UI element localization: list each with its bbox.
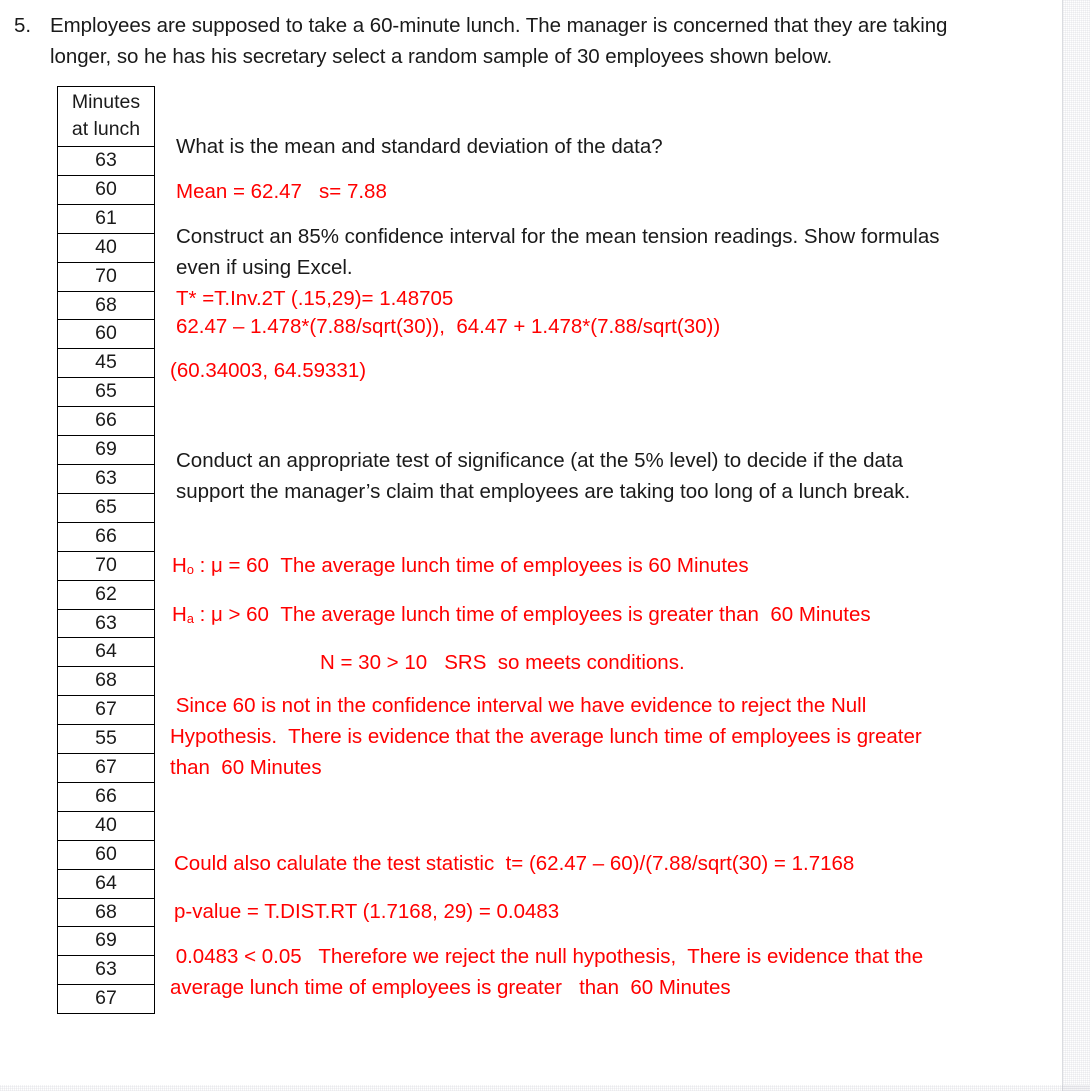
null-hypothesis: Ho : μ = 60 The average lunch time of em…	[172, 550, 962, 583]
null-hypothesis-subscript: o	[186, 562, 194, 578]
part-c-prompt: Conduct an appropriate test of significa…	[176, 449, 911, 503]
null-hypothesis-statement: : μ = 60 The average lunch time of emplo…	[193, 554, 749, 577]
part-b-prompt: Construct an 85% confidence interval for…	[176, 225, 946, 279]
table-cell-minutes: 65	[57, 492, 155, 523]
alternative-hypothesis: Ha : μ > 60 The average lunch time of em…	[172, 599, 962, 632]
table-row: 55	[57, 724, 155, 755]
part-a-prompt: What is the mean and standard deviation …	[176, 135, 663, 158]
table-cell-minutes: 68	[57, 290, 155, 321]
table-cell-minutes: 55	[57, 724, 155, 755]
table-cell-minutes: 69	[57, 435, 155, 465]
table-cell-minutes: 68	[57, 897, 155, 928]
table-row: 68	[57, 666, 155, 697]
table-row: 68	[57, 290, 155, 321]
table-row: 70	[57, 261, 155, 292]
table-cell-minutes: 66	[57, 521, 155, 552]
table-header-cell: Minutes at lunch	[57, 86, 155, 147]
table-row: 69	[57, 435, 155, 465]
table-cell-minutes: 61	[57, 203, 155, 234]
table-row: 63	[57, 463, 155, 494]
table-cell-minutes: 70	[57, 550, 155, 581]
part-b-answer-formula: 62.47 – 1.478*(7.88/sqrt(30)), 64.47 + 1…	[176, 315, 721, 338]
part-a-answer-mean-sd: Mean = 62.47 s= 7.88	[176, 180, 387, 203]
document-page: 5. Employees are supposed to take a 60-m…	[0, 0, 1090, 1091]
table-row: 63	[57, 146, 155, 176]
table-cell-minutes: 67	[57, 695, 155, 726]
table-cell-minutes: 66	[57, 781, 155, 812]
table-row: 40	[57, 232, 155, 263]
table-row: 65	[57, 492, 155, 523]
table-row: 70	[57, 550, 155, 581]
alternative-hypothesis-statement: : μ > 60 The average lunch time of emplo…	[193, 603, 871, 626]
table-cell-minutes: 60	[57, 839, 155, 870]
alternative-hypothesis-symbol: H	[172, 603, 187, 626]
table-header-line-1: Minutes	[71, 91, 141, 113]
question-number: 5.	[14, 14, 32, 37]
table-row: 66	[57, 521, 155, 552]
table-row: 61	[57, 203, 155, 234]
table-cell-minutes: 67	[57, 984, 155, 1015]
table-row: 40	[57, 810, 155, 841]
table-row: 60	[57, 319, 155, 350]
table-row: 62	[57, 579, 155, 610]
table-cell-minutes: 69	[57, 926, 155, 957]
table-cell-minutes: 63	[57, 146, 155, 176]
confidence-interval-conclusion: Since 60 is not in the confidence interv…	[170, 694, 928, 779]
table-header: Minutes at lunch	[57, 86, 155, 147]
table-cell-minutes: 63	[57, 608, 155, 639]
table-row: 67	[57, 695, 155, 726]
table-body: 63 60 61 40 70 68 60 45 65 66 69 63 65 66 70 62 63 64 68 67…	[57, 146, 155, 1015]
table-cell-minutes: 60	[57, 174, 155, 205]
table-cell-minutes: 68	[57, 666, 155, 697]
scan-edge-rule	[1062, 0, 1063, 1091]
table-row: 66	[57, 781, 155, 812]
table-cell-minutes: 45	[57, 348, 155, 379]
table-cell-minutes: 64	[57, 637, 155, 668]
scan-edge-right	[1063, 0, 1090, 1091]
table-cell-minutes: 64	[57, 868, 155, 899]
part-b-answer-tstar: T* =T.Inv.2T (.15,29)= 1.48705	[176, 287, 454, 310]
conditions-check: N = 30 > 10 SRS so meets conditions.	[320, 651, 685, 674]
p-value-calculation: p-value = T.DIST.RT (1.7168, 29) = 0.048…	[174, 900, 560, 923]
part-b-answer-interval: (60.34003, 64.59331)	[170, 359, 367, 382]
table-row: 65	[57, 377, 155, 408]
table-header-line-2: at lunch	[71, 118, 141, 140]
table-cell-minutes: 60	[57, 319, 155, 350]
table-row: 64	[57, 637, 155, 668]
table-row: 63	[57, 955, 155, 986]
table-row: 60	[57, 839, 155, 870]
table-cell-minutes: 70	[57, 261, 155, 292]
table-row: 45	[57, 348, 155, 379]
null-hypothesis-symbol: H	[172, 554, 187, 577]
table-cell-minutes: 65	[57, 377, 155, 408]
test-statistic-calculation: Could also calulate the test statistic t…	[174, 852, 855, 875]
scan-edge-bottom	[0, 1085, 1090, 1091]
table-row: 68	[57, 897, 155, 928]
question-stem-text: Employees are supposed to take a 60-minu…	[50, 14, 948, 68]
table-row: 63	[57, 608, 155, 639]
alternative-hypothesis-subscript: a	[186, 611, 194, 627]
table-row: 67	[57, 984, 155, 1015]
table-header-row: Minutes at lunch	[57, 86, 155, 147]
table-cell-minutes: 40	[57, 232, 155, 263]
table-cell-minutes: 62	[57, 579, 155, 610]
table-row: 67	[57, 753, 155, 783]
table-row: 69	[57, 926, 155, 957]
question-block: 5. Employees are supposed to take a 60-m…	[14, 10, 954, 72]
table-row: 66	[57, 406, 155, 437]
table-row: 64	[57, 868, 155, 899]
table-cell-minutes: 63	[57, 463, 155, 494]
table-cell-minutes: 40	[57, 810, 155, 841]
final-conclusion: 0.0483 < 0.05 Therefore we reject the nu…	[170, 945, 929, 999]
table-cell-minutes: 66	[57, 406, 155, 437]
table-cell-minutes: 63	[57, 955, 155, 986]
minutes-at-lunch-table: Minutes at lunch 63 60 61 40 70 68 60 45 65 66 69 6…	[57, 86, 155, 1015]
table-row: 60	[57, 174, 155, 205]
table-cell-minutes: 67	[57, 753, 155, 783]
